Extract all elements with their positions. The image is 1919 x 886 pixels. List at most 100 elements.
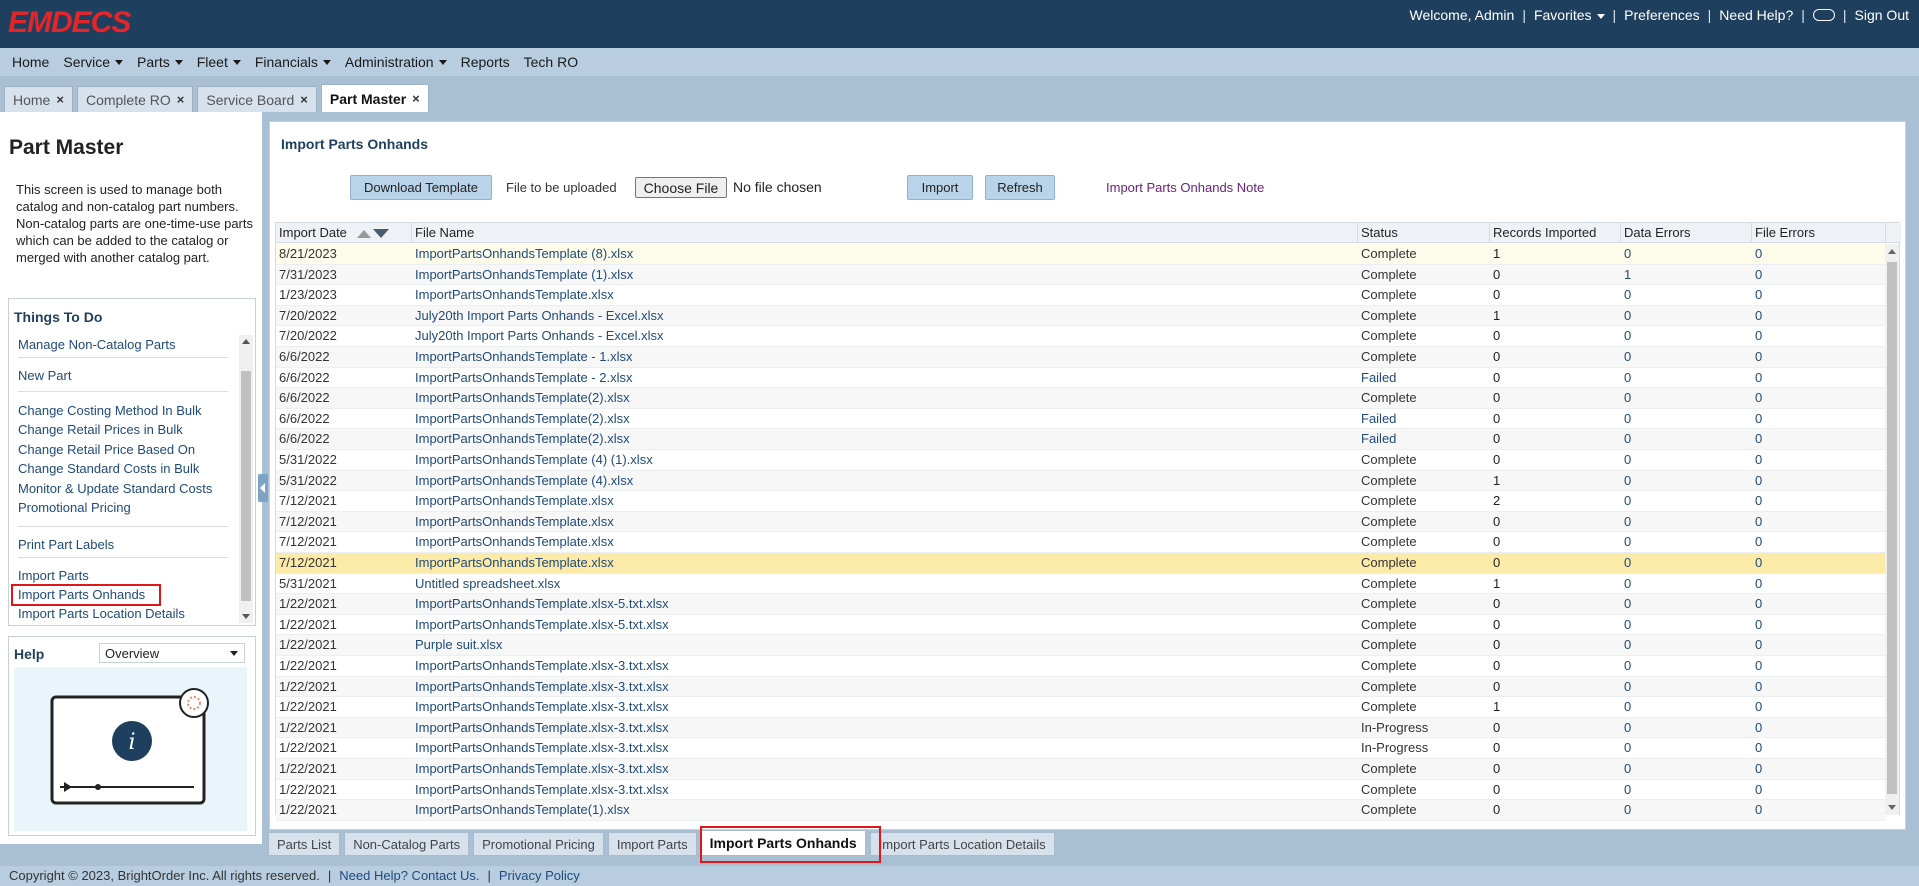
table-row[interactable]: 6/6/2022 ImportPartsOnhandsTemplate(2).xl… [276, 429, 1886, 450]
choose-file-button[interactable]: Choose File [635, 177, 727, 198]
file-name-link[interactable]: July20th Import Parts Onhands - Excel.xl… [412, 306, 664, 326]
tab-home[interactable]: Home × [4, 86, 73, 112]
todo-change-costing-method-in-bulk[interactable]: Change Costing Method In Bulk [18, 403, 202, 418]
data-errors-link[interactable]: 0 [1621, 574, 1631, 594]
data-errors-link[interactable]: 0 [1621, 471, 1631, 491]
close-icon[interactable]: × [412, 91, 420, 106]
bottom-tab-import-parts[interactable]: Import Parts [607, 832, 697, 856]
data-errors-link[interactable]: 1 [1621, 265, 1631, 285]
table-row[interactable]: 1/22/2021 ImportPartsOnhandsTemplate.xlsx… [276, 759, 1886, 780]
menu-tech-ro[interactable]: Tech RO [524, 54, 578, 70]
data-errors-link[interactable]: 0 [1621, 409, 1631, 429]
table-row[interactable]: 6/6/2022 ImportPartsOnhandsTemplate(2).xl… [276, 388, 1886, 409]
sort-desc-icon[interactable] [372, 229, 389, 239]
status-cell[interactable]: Failed [1358, 429, 1396, 449]
data-errors-link[interactable]: 0 [1621, 491, 1631, 511]
table-row[interactable]: 6/6/2022 ImportPartsOnhandsTemplate(2).xl… [276, 409, 1886, 430]
tab-part-master[interactable]: Part Master × [320, 84, 429, 112]
data-errors-link[interactable]: 0 [1621, 656, 1631, 676]
tab-complete-ro[interactable]: Complete RO × [76, 86, 194, 112]
table-scrollbar[interactable] [1885, 244, 1899, 815]
table-row[interactable]: 5/31/2021 Untitled spreadsheet.xlsx Comple… [276, 574, 1886, 595]
messages-icon[interactable] [1812, 9, 1835, 21]
table-row[interactable]: 6/6/2022 ImportPartsOnhandsTemplate - 1.x… [276, 347, 1886, 368]
file-errors-link[interactable]: 0 [1752, 450, 1762, 470]
table-row[interactable]: 1/22/2021 ImportPartsOnhandsTemplate.xlsx… [276, 615, 1886, 636]
close-icon[interactable]: × [177, 92, 185, 107]
table-row[interactable]: 7/12/2021 ImportPartsOnhandsTemplate.xlsx… [276, 553, 1886, 574]
file-name-link[interactable]: ImportPartsOnhandsTemplate (4) (1).xlsx [412, 450, 653, 470]
file-errors-link[interactable]: 0 [1752, 553, 1762, 573]
data-errors-link[interactable]: 0 [1621, 306, 1631, 326]
table-row[interactable]: 1/22/2021 ImportPartsOnhandsTemplate(1).x… [276, 800, 1886, 821]
help-topic-select[interactable]: Overview [99, 643, 245, 663]
file-errors-link[interactable]: 0 [1752, 265, 1762, 285]
menu-service[interactable]: Service [63, 54, 124, 70]
file-errors-link[interactable]: 0 [1752, 326, 1762, 346]
file-errors-link[interactable]: 0 [1752, 594, 1762, 614]
table-row[interactable]: 7/12/2021 ImportPartsOnhandsTemplate.xlsx… [276, 491, 1886, 512]
data-errors-link[interactable]: 0 [1621, 635, 1631, 655]
file-errors-link[interactable]: 0 [1752, 759, 1762, 779]
data-errors-link[interactable]: 0 [1621, 285, 1631, 305]
menu-financials[interactable]: Financials [255, 54, 331, 70]
table-row[interactable]: 1/23/2023 ImportPartsOnhandsTemplate.xlsx… [276, 285, 1886, 306]
help-video-thumbnail[interactable]: i [14, 667, 247, 831]
data-errors-link[interactable]: 0 [1621, 677, 1631, 697]
download-template-button[interactable]: Download Template [350, 175, 492, 200]
table-row[interactable]: 5/31/2022 ImportPartsOnhandsTemplate (4) … [276, 450, 1886, 471]
data-errors-link[interactable]: 0 [1621, 697, 1631, 717]
favorites-menu[interactable]: Favorites [1534, 7, 1605, 23]
file-errors-link[interactable]: 0 [1752, 347, 1762, 367]
file-name-link[interactable]: ImportPartsOnhandsTemplate.xlsx-3.txt.xl… [412, 738, 669, 758]
file-name-link[interactable]: ImportPartsOnhandsTemplate (1).xlsx [412, 265, 633, 285]
table-row[interactable]: 1/22/2021 ImportPartsOnhandsTemplate.xlsx… [276, 656, 1886, 677]
scroll-down-icon[interactable] [1888, 805, 1896, 810]
status-cell[interactable]: Failed [1358, 368, 1396, 388]
file-errors-link[interactable]: 0 [1752, 306, 1762, 326]
table-row[interactable]: 8/21/2023 ImportPartsOnhandsTemplate (8).… [276, 244, 1886, 265]
todo-manage-non-catalog-parts[interactable]: Manage Non-Catalog Parts [18, 337, 176, 352]
data-errors-link[interactable]: 0 [1621, 615, 1631, 635]
col-import-date[interactable]: Import Date [276, 223, 412, 243]
file-errors-link[interactable]: 0 [1752, 409, 1762, 429]
table-row[interactable]: 7/20/2022 July20th Import Parts Onhands -… [276, 305, 1886, 327]
todo-change-retail-price-based-on[interactable]: Change Retail Price Based On [18, 442, 195, 457]
table-row[interactable]: 5/31/2022 ImportPartsOnhandsTemplate (4).… [276, 470, 1886, 492]
data-errors-link[interactable]: 0 [1621, 780, 1631, 800]
file-name-link[interactable]: ImportPartsOnhandsTemplate.xlsx [412, 512, 614, 532]
refresh-button[interactable]: Refresh [985, 175, 1055, 200]
bottom-tab-import-parts-location-details[interactable]: Import Parts Location Details [869, 832, 1055, 856]
file-errors-link[interactable]: 0 [1752, 388, 1762, 408]
menu-reports[interactable]: Reports [461, 54, 510, 70]
todo-monitor-update-standard-costs[interactable]: Monitor & Update Standard Costs [18, 481, 212, 496]
data-errors-link[interactable]: 0 [1621, 326, 1631, 346]
data-errors-link[interactable]: 0 [1621, 759, 1631, 779]
file-name-link[interactable]: ImportPartsOnhandsTemplate (8).xlsx [412, 244, 633, 264]
col-records-imported[interactable]: Records Imported [1490, 223, 1621, 243]
file-name-link[interactable]: ImportPartsOnhandsTemplate(1).xlsx [412, 800, 630, 820]
data-errors-link[interactable]: 0 [1621, 512, 1631, 532]
data-errors-link[interactable]: 0 [1621, 429, 1631, 449]
file-name-link[interactable]: ImportPartsOnhandsTemplate.xlsx-3.txt.xl… [412, 780, 669, 800]
file-name-link[interactable]: ImportPartsOnhandsTemplate.xlsx-3.txt.xl… [412, 677, 669, 697]
file-name-link[interactable]: ImportPartsOnhandsTemplate.xlsx-5.txt.xl… [412, 615, 669, 635]
table-row[interactable]: 1/22/2021 Purple suit.xlsx Complete 0 0 0 [276, 635, 1886, 656]
file-name-link[interactable]: ImportPartsOnhandsTemplate.xlsx-3.txt.xl… [412, 656, 669, 676]
import-button[interactable]: Import [907, 175, 973, 200]
bottom-tab-promotional-pricing[interactable]: Promotional Pricing [473, 832, 604, 856]
table-row[interactable]: 7/31/2023 ImportPartsOnhandsTemplate (1).… [276, 264, 1886, 286]
file-name-link[interactable]: Purple suit.xlsx [412, 635, 502, 655]
table-row[interactable]: 1/22/2021 ImportPartsOnhandsTemplate.xlsx… [276, 594, 1886, 615]
contact-us-link[interactable]: Need Help? Contact Us. [339, 866, 479, 886]
file-name-link[interactable]: ImportPartsOnhandsTemplate(2).xlsx [412, 388, 630, 408]
close-icon[interactable]: × [56, 92, 64, 107]
scroll-up-icon[interactable] [242, 339, 250, 344]
file-name-link[interactable]: ImportPartsOnhandsTemplate.xlsx [412, 553, 614, 573]
tab-service-board[interactable]: Service Board × [197, 86, 317, 112]
bottom-tab-non-catalog-parts[interactable]: Non-Catalog Parts [344, 832, 470, 856]
file-name-link[interactable]: ImportPartsOnhandsTemplate (4).xlsx [412, 471, 633, 491]
data-errors-link[interactable]: 0 [1621, 388, 1631, 408]
col-file-name[interactable]: File Name [412, 223, 1358, 243]
file-name-link[interactable]: ImportPartsOnhandsTemplate(2).xlsx [412, 409, 630, 429]
